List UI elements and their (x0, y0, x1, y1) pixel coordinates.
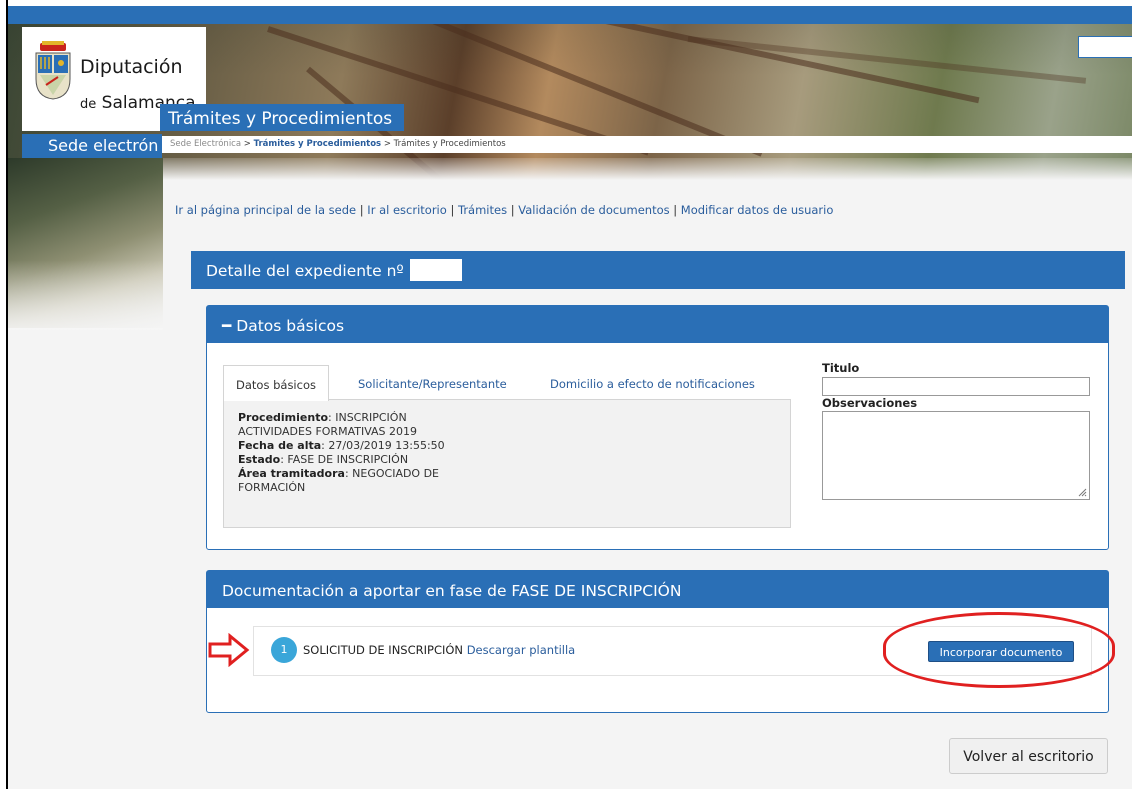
breadcrumb-separator: > (381, 139, 394, 149)
documentacion-header: Documentación a aportar en fase de FASE … (207, 571, 1108, 608)
datos-tabs: Datos básicos Solicitante/Representante … (223, 365, 793, 529)
field-label: Estado (238, 453, 281, 466)
link-separator: | (669, 203, 681, 217)
sede-electronica-label[interactable]: Sede electrón (22, 134, 162, 158)
field-fecha-alta: Fecha de alta: 27/03/2019 13:55:50 (238, 439, 776, 453)
link-pagina-principal[interactable]: Ir al página principal de la sede (175, 203, 356, 217)
quick-links-nav: Ir al página principal de la sede | Ir a… (175, 203, 833, 217)
coat-of-arms-icon (35, 41, 71, 100)
breadcrumb: Sede Electrónica > Trámites y Procedimie… (162, 136, 1132, 153)
link-separator: | (507, 203, 519, 217)
field-label: Fecha de alta (238, 439, 322, 452)
volver-escritorio-button[interactable]: Volver al escritorio (949, 738, 1108, 774)
field-area-tramitadora: Área tramitadora: NEGOCIADO DE FORMACIÓN (238, 467, 478, 495)
observaciones-label: Observaciones (822, 396, 918, 410)
download-template-link[interactable]: Descargar plantilla (467, 643, 576, 657)
document-number-badge: 1 (271, 637, 297, 663)
link-validacion-documentos[interactable]: Validación de documentos (518, 203, 669, 217)
resize-grip-icon[interactable] (1078, 488, 1087, 497)
document-name: SOLICITUD DE INSCRIPCIÓN (303, 643, 464, 657)
link-escritorio[interactable]: Ir al escritorio (367, 203, 447, 217)
field-label: Área tramitadora (238, 467, 345, 480)
field-procedimiento: Procedimiento: INSCRIPCIÓN ACTIVIDADES F… (238, 411, 478, 439)
redacted-expediente-number (409, 258, 462, 281)
breadcrumb-home[interactable]: Sede Electrónica (170, 139, 241, 149)
titulo-input[interactable] (822, 377, 1090, 396)
logo-text-de: de (80, 97, 97, 112)
side-photo-fade (8, 260, 163, 340)
tab-solicitante[interactable]: Solicitante/Representante (358, 365, 507, 400)
expediente-title: Detalle del expediente nº (206, 262, 404, 280)
red-arrow-annotation-icon (208, 633, 250, 667)
field-estado: Estado: FASE DE INSCRIPCIÓN (238, 453, 776, 467)
observaciones-textarea[interactable] (822, 411, 1090, 500)
main-area-top-fade (163, 158, 1132, 180)
link-separator: | (446, 203, 458, 217)
link-modificar-datos[interactable]: Modificar datos de usuario (681, 203, 834, 217)
section-title: Trámites y Procedimientos (160, 104, 404, 131)
datos-basicos-panel: ━ Datos básicos Datos básicos Solicitant… (206, 305, 1109, 550)
breadcrumb-separator: > (241, 139, 254, 149)
field-value: : FASE DE INSCRIPCIÓN (280, 453, 409, 466)
header-top-bar (8, 6, 1132, 24)
link-tramites[interactable]: Trámites (458, 203, 507, 217)
tab-content-datos-basicos: Procedimiento: INSCRIPCIÓN ACTIVIDADES F… (223, 399, 791, 528)
link-separator: | (356, 203, 368, 217)
expediente-header: Detalle del expediente nº (191, 251, 1125, 289)
titulo-label: Titulo (822, 361, 860, 375)
field-value: : 27/03/2019 13:55:50 (321, 439, 445, 452)
breadcrumb-tramites[interactable]: Trámites y Procedimientos (254, 139, 382, 149)
red-ellipse-annotation (883, 612, 1115, 688)
breadcrumb-current: Trámites y Procedimientos (393, 139, 506, 149)
datos-basicos-toggle[interactable]: ━ Datos básicos (207, 306, 1108, 343)
search-input[interactable] (1078, 36, 1132, 58)
field-label: Procedimiento (238, 411, 329, 424)
document-label: SOLICITUD DE INSCRIPCIÓN Descargar plant… (303, 643, 575, 657)
titulo-observaciones-form: Titulo Observaciones (822, 361, 1092, 500)
logo-text-diputacion: Diputación (80, 56, 183, 78)
tab-datos-basicos[interactable]: Datos básicos (223, 365, 329, 401)
side-background (8, 330, 163, 789)
tab-domicilio-notificaciones[interactable]: Domicilio a efecto de notificaciones (550, 365, 755, 400)
